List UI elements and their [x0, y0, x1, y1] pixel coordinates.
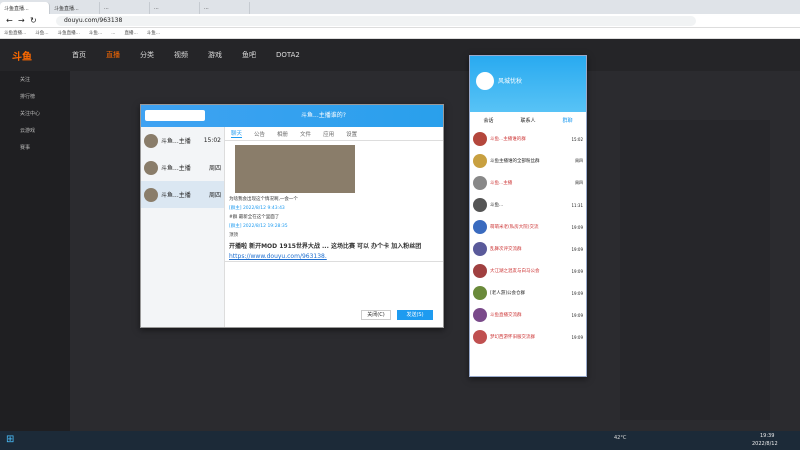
- bookmark[interactable]: 斗鱼直播...: [58, 30, 80, 36]
- tab-settings[interactable]: 设置: [346, 130, 357, 138]
- bookmarks-bar: 斗鱼直播... 斗鱼... 斗鱼直播... 斗鱼... ... 直播... 斗鱼…: [0, 28, 800, 39]
- nav-item[interactable]: 鱼吧: [242, 50, 256, 60]
- bookmark[interactable]: 斗鱼...: [35, 30, 48, 36]
- avatar: [473, 198, 487, 212]
- browser-tabbar: 斗鱼直播... 斗鱼直播... ... ... ...: [0, 0, 800, 14]
- temperature: 42°C: [614, 435, 627, 441]
- tab-sessions[interactable]: 会话: [483, 117, 493, 124]
- avatar: [473, 264, 487, 278]
- taskbar: ⊞ 42°C 19:39 2022/8/12: [0, 431, 800, 450]
- list-item[interactable]: 萌萌米老(私房大院)交流 19:09: [470, 216, 586, 238]
- sidebar-item[interactable]: 关注中心: [0, 105, 70, 122]
- chat-tabs: 聊天 公告 相册 文件 应用 设置: [225, 127, 443, 141]
- tab-contacts[interactable]: 联系人: [520, 117, 535, 124]
- avatar: [144, 160, 158, 175]
- nav-item[interactable]: 直播: [106, 50, 120, 60]
- tab-announce[interactable]: 公告: [254, 130, 265, 138]
- list-item[interactable]: 斗鱼... 11:31: [470, 194, 586, 216]
- sidebar-item[interactable]: 赛事: [0, 139, 70, 156]
- browser-tab[interactable]: ...: [100, 2, 150, 14]
- browser-tab[interactable]: ...: [150, 2, 200, 14]
- site-logo[interactable]: 斗鱼: [12, 48, 32, 63]
- windows-start-icon[interactable]: ⊞: [6, 434, 14, 445]
- tab-album[interactable]: 相册: [277, 130, 288, 138]
- url-input[interactable]: douyu.com/963138: [56, 16, 696, 26]
- list-item[interactable]: 斗鱼...主播 周四: [141, 154, 224, 181]
- close-button[interactable]: 关闭(C): [361, 310, 391, 320]
- forward-icon[interactable]: →: [18, 16, 25, 25]
- tab-apps[interactable]: 应用: [323, 130, 334, 138]
- avatar: [473, 176, 487, 190]
- avatar: [473, 330, 487, 344]
- sidebar-item[interactable]: 云游戏: [0, 122, 70, 139]
- bookmark[interactable]: 斗鱼直播...: [4, 30, 26, 36]
- site-sidebar: 关注 排行榜 关注中心 云游戏 赛事: [0, 71, 70, 431]
- browser-tab[interactable]: 斗鱼直播...: [0, 2, 50, 14]
- sidebar-item[interactable]: 排行榜: [0, 88, 70, 105]
- qq-main-window: 风城忧秋 会话 联系人 群聊 斗鱼...主播谁的群 15:02 斗鱼主播谁的全部粉…: [469, 55, 587, 377]
- qq-main-header: 风城忧秋: [470, 56, 586, 112]
- list-item[interactable]: 乱舞次评交流群 19:09: [470, 238, 586, 260]
- send-button[interactable]: 发送(S): [397, 310, 433, 320]
- message-area: 为啥我会出现这个情况啊,一会一个 [群主] 2022/8/12 9:43:43 …: [225, 141, 437, 261]
- qq-chat-window: 斗鱼...主播谁的? 斗鱼...主播 15:02 斗鱼...主播 周四 斗鱼...主…: [140, 104, 444, 328]
- qq-chat-title: 斗鱼...主播谁的?: [301, 112, 346, 119]
- list-item[interactable]: 斗鱼主播谁的全部粉丝群 周四: [470, 150, 586, 172]
- bookmark[interactable]: 斗鱼...: [147, 30, 160, 36]
- qq-main-tabs: 会话 联系人 群聊: [470, 114, 586, 126]
- list-item[interactable]: 斗鱼...主播 周四: [470, 172, 586, 194]
- nav-item[interactable]: 游戏: [208, 50, 222, 60]
- browser-tab[interactable]: ...: [200, 2, 250, 14]
- conversation-list: 斗鱼...主播 15:02 斗鱼...主播 周四 斗鱼...主播 周四: [141, 127, 225, 327]
- list-item[interactable]: 斗鱼...主播 周四: [141, 181, 224, 208]
- avatar: [473, 220, 487, 234]
- avatar: [473, 286, 487, 300]
- back-icon[interactable]: ←: [6, 16, 13, 25]
- list-item[interactable]: 斗鱼直播交流群 19:09: [470, 304, 586, 326]
- bookmark[interactable]: 直播...: [124, 30, 137, 36]
- site-topnav: 斗鱼 首页 直播 分类 视频 游戏 鱼吧 DOTA2: [0, 39, 800, 71]
- clock-date: 2022/8/12: [752, 441, 778, 447]
- tab-files[interactable]: 文件: [300, 130, 311, 138]
- tab-chat[interactable]: 聊天: [231, 129, 243, 138]
- message-image: [235, 145, 355, 193]
- clock-time: 19:39: [760, 433, 775, 439]
- chat-line: [620, 120, 770, 133]
- group-list: 斗鱼...主播谁的群 15:02 斗鱼主播谁的全部粉丝群 周四 斗鱼...主播 周四 …: [470, 128, 586, 348]
- nav-item[interactable]: 视频: [174, 50, 188, 60]
- list-item[interactable]: [老人游]公会仓群 19:09: [470, 282, 586, 304]
- bookmark[interactable]: ...: [111, 31, 115, 36]
- message-link[interactable]: https://www.douyu.com/963138.: [229, 253, 433, 260]
- live-chat-panel: [620, 120, 770, 420]
- nav-item[interactable]: 分类: [140, 50, 154, 60]
- tab-groups[interactable]: 群聊: [562, 117, 572, 124]
- avatar: [144, 133, 158, 148]
- list-item[interactable]: 梦幻西游怀旧服交流群 19:09: [470, 326, 586, 348]
- avatar: [144, 187, 158, 202]
- list-item[interactable]: 斗鱼...主播 15:02: [141, 127, 224, 154]
- message-input[interactable]: 关闭(C) 发送(S): [225, 261, 443, 327]
- reload-icon[interactable]: ↻: [30, 16, 37, 25]
- list-item[interactable]: 斗鱼...主播谁的群 15:02: [470, 128, 586, 150]
- address-bar: ← → ↻ douyu.com/963138: [0, 14, 800, 28]
- avatar: [473, 242, 487, 256]
- search-input[interactable]: [145, 110, 205, 121]
- username: 风城忧秋: [498, 78, 523, 85]
- qq-chat-header: 斗鱼...主播谁的?: [141, 105, 443, 127]
- bookmark[interactable]: 斗鱼...: [89, 30, 102, 36]
- avatar[interactable]: [476, 72, 494, 90]
- avatar: [473, 132, 487, 146]
- avatar: [473, 308, 487, 322]
- nav-item[interactable]: 首页: [72, 50, 86, 60]
- browser-tab[interactable]: 斗鱼直播...: [50, 2, 100, 14]
- list-item[interactable]: 大江湖之混友与白马公会 19:09: [470, 260, 586, 282]
- avatar: [473, 154, 487, 168]
- sidebar-item[interactable]: 关注: [0, 71, 70, 88]
- nav-item[interactable]: DOTA2: [276, 51, 300, 59]
